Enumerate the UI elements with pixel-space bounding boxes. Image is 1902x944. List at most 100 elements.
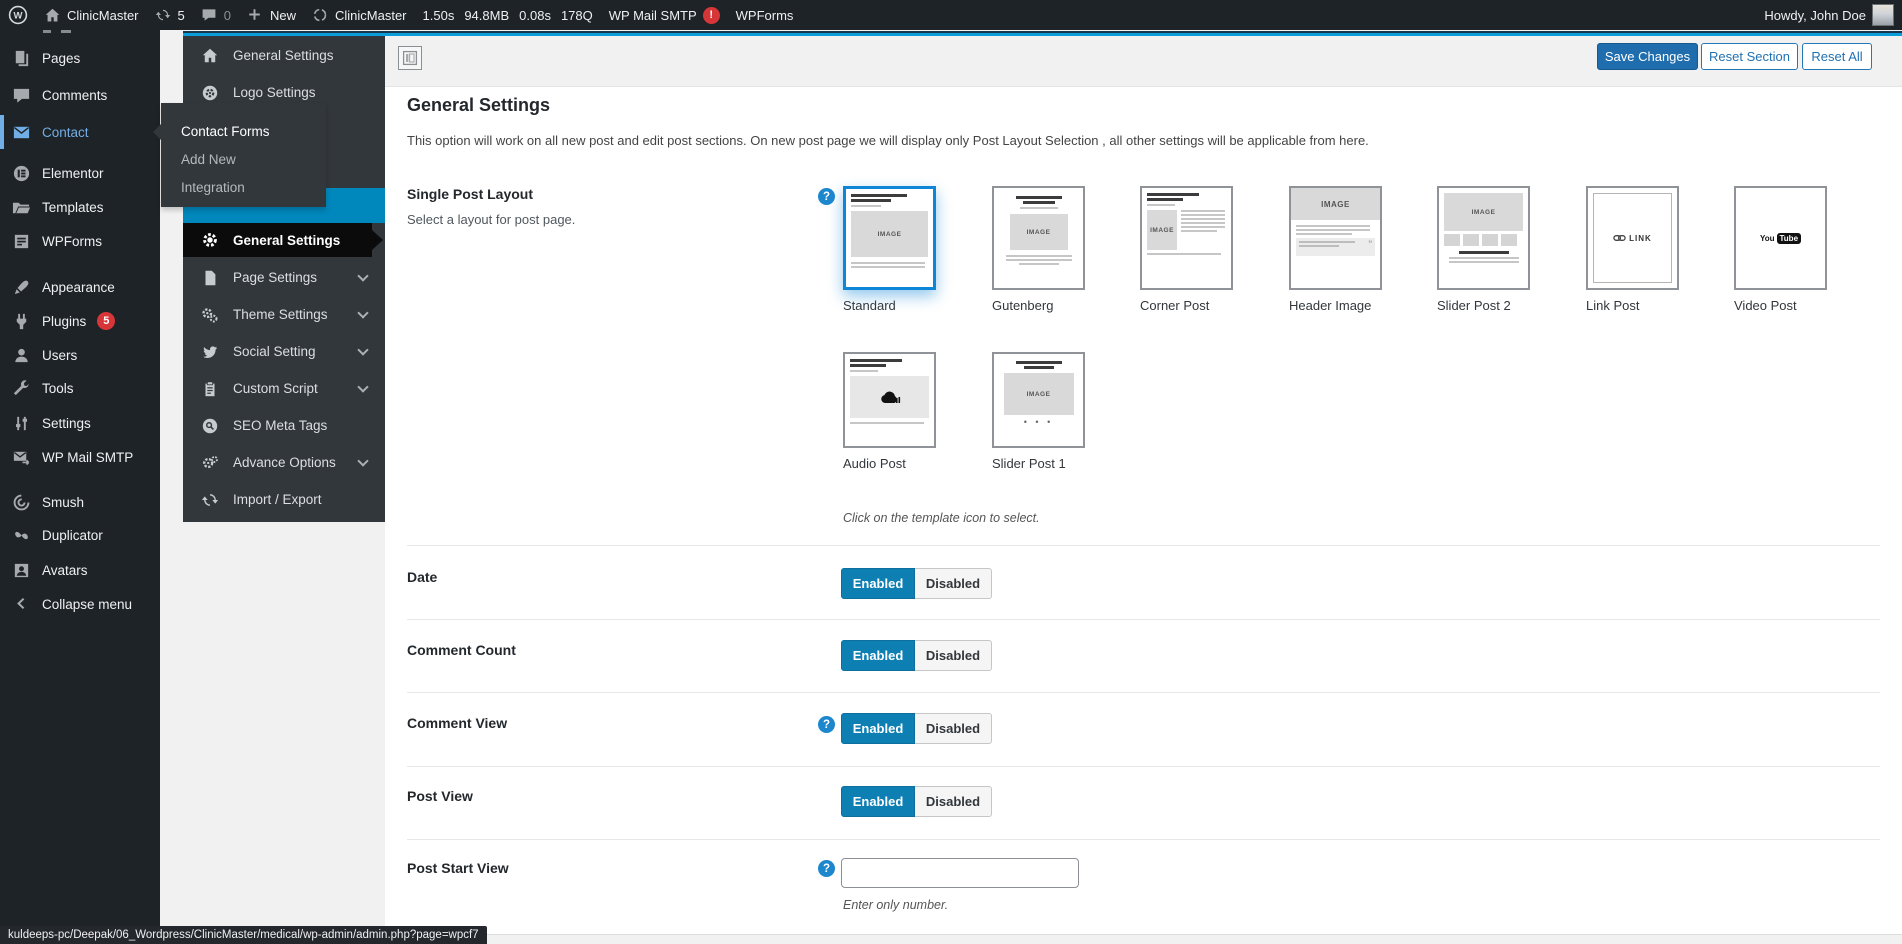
- sidebar-item-settings[interactable]: Settings: [0, 406, 160, 440]
- sidebar-item-contact[interactable]: Contact: [0, 115, 160, 149]
- gears-icon: [201, 454, 219, 472]
- enabled-button[interactable]: Enabled: [841, 786, 915, 817]
- layout-name: Audio Post: [843, 456, 936, 471]
- sidebar-item-templates[interactable]: Templates: [0, 190, 160, 224]
- layout-option-header-image[interactable]: IMAGE ” Header Image: [1289, 186, 1382, 313]
- disabled-button[interactable]: Disabled: [915, 640, 992, 671]
- comments-link[interactable]: 0: [193, 0, 239, 30]
- flyout-item-contact-forms[interactable]: Contact Forms: [161, 117, 326, 145]
- wp-mail-smtp-menu[interactable]: WP Mail SMTP !: [601, 0, 728, 30]
- panel-item-seo-meta-tags[interactable]: SEO Meta Tags: [183, 407, 385, 444]
- sidebar-item-label: Smush: [42, 495, 84, 510]
- sidebar-item-smush[interactable]: Smush: [0, 485, 160, 519]
- layout-option-video-post[interactable]: You Tube Video Post: [1734, 186, 1827, 313]
- sidebar-item-label: Templates: [42, 200, 104, 215]
- sidebar-item-collapse-menu[interactable]: Collapse menu: [0, 587, 160, 621]
- reset-all-button[interactable]: Reset All: [1802, 43, 1872, 70]
- panel-item-theme-settings[interactable]: Theme Settings: [183, 296, 385, 333]
- panel-item-custom-script[interactable]: Custom Script: [183, 370, 385, 407]
- warning-badge: !: [703, 7, 720, 24]
- setting-label-post-start-view: Post Start View: [407, 860, 509, 876]
- sidebar-item-label: Settings: [42, 416, 91, 431]
- comment-view-toggle: Enabled Disabled: [841, 713, 992, 744]
- site-home-link[interactable]: ClinicMaster: [36, 0, 147, 30]
- comment-count: 0: [224, 8, 231, 23]
- chevron-down-icon: [357, 455, 368, 466]
- sidebar-item-avatars[interactable]: Avatars: [0, 553, 160, 587]
- sidebar-item-label: Plugins: [42, 314, 86, 329]
- layout-option-audio-post[interactable]: Audio Post: [843, 352, 936, 471]
- panel-item-label: General Settings: [233, 48, 334, 63]
- layout-thumbnail[interactable]: IMAGE: [843, 186, 936, 290]
- enabled-button[interactable]: Enabled: [841, 568, 915, 599]
- layout-thumbnail[interactable]: You Tube: [1734, 186, 1827, 290]
- layout-option-corner-post[interactable]: IMAGE Corner Post: [1140, 186, 1233, 313]
- sidebar-item-comments[interactable]: Comments: [0, 78, 160, 112]
- disabled-button[interactable]: Disabled: [915, 786, 992, 817]
- panel-item-general-settings-active[interactable]: General Settings: [183, 223, 372, 257]
- sidebar-item-label: WP Mail SMTP: [42, 450, 133, 465]
- layout-option-slider-post-1[interactable]: IMAGE • • • Slider Post 1: [992, 352, 1085, 471]
- layout-option-standard[interactable]: IMAGE Standard: [843, 186, 936, 313]
- sidebar-item-wpforms[interactable]: WPForms: [0, 224, 160, 258]
- flyout-item-add-new[interactable]: Add New: [161, 145, 326, 173]
- layout-thumbnail[interactable]: LINK: [1586, 186, 1679, 290]
- post-start-view-input[interactable]: [841, 858, 1079, 888]
- sidebar-item-pages[interactable]: Pages: [0, 41, 160, 75]
- panel-item-import-export[interactable]: Import / Export: [183, 481, 385, 518]
- layout-option-slider-post-2[interactable]: IMAGE Slider Post 2: [1437, 186, 1530, 313]
- layout-thumbnail[interactable]: IMAGE: [1437, 186, 1530, 290]
- sidebar-item-duplicator[interactable]: Duplicator: [0, 518, 160, 552]
- disabled-button[interactable]: Disabled: [915, 568, 992, 599]
- layout-option-link-post[interactable]: LINK Link Post: [1586, 186, 1679, 313]
- admin-sidebar: Pages Comments Contact Elementor Templat…: [0, 30, 160, 944]
- row-divider: [407, 766, 1880, 767]
- panel-item-advance-options[interactable]: Advance Options: [183, 444, 385, 481]
- panel-item-social-setting[interactable]: Social Setting: [183, 333, 385, 370]
- perf-time: 1.50s: [423, 8, 455, 23]
- new-content-menu[interactable]: New: [239, 0, 304, 30]
- sliders-icon: [12, 414, 31, 433]
- panel-item-label: Logo Settings: [233, 85, 316, 100]
- wpforms-menu[interactable]: WPForms: [728, 0, 802, 30]
- flyout-item-label: Add New: [181, 152, 236, 167]
- layout-name: Link Post: [1586, 298, 1679, 313]
- howdy-account-menu[interactable]: Howdy, John Doe: [1756, 0, 1902, 30]
- setting-label-comment-count: Comment Count: [407, 642, 516, 658]
- updates-link[interactable]: 5: [147, 0, 193, 30]
- layout-thumbnail[interactable]: IMAGE: [1140, 186, 1233, 290]
- chevron-down-icon: [357, 344, 368, 355]
- panel-item-general-settings-top[interactable]: General Settings: [183, 37, 385, 74]
- help-icon[interactable]: ?: [818, 860, 835, 877]
- layout-thumbnail[interactable]: [843, 352, 936, 448]
- flyout-item-integration[interactable]: Integration: [161, 173, 326, 201]
- reset-section-button[interactable]: Reset Section: [1701, 43, 1798, 70]
- link-block: LINK: [1593, 193, 1672, 283]
- setting-label-comment-view: Comment View: [407, 715, 507, 731]
- enabled-button[interactable]: Enabled: [841, 713, 915, 744]
- help-icon[interactable]: ?: [818, 716, 835, 733]
- panel-item-page-settings[interactable]: Page Settings: [183, 259, 385, 296]
- chevron-down-icon: [357, 307, 368, 318]
- disabled-button[interactable]: Disabled: [915, 713, 992, 744]
- wp-mail-smtp-label: WP Mail SMTP: [609, 8, 697, 23]
- sidebar-item-appearance[interactable]: Appearance: [0, 270, 160, 304]
- help-icon[interactable]: ?: [818, 188, 835, 205]
- enabled-button[interactable]: Enabled: [841, 640, 915, 671]
- wordpress-menu[interactable]: W: [0, 0, 36, 30]
- sidebar-item-tools[interactable]: Tools: [0, 371, 160, 405]
- sidebar-item-label: Pages: [42, 51, 80, 66]
- layout-thumbnail[interactable]: IMAGE • • •: [992, 352, 1085, 448]
- layout-thumbnail[interactable]: IMAGE ”: [1289, 186, 1382, 290]
- theme-menu[interactable]: ClinicMaster: [304, 0, 415, 30]
- setting-label-date: Date: [407, 569, 437, 585]
- site-name: ClinicMaster: [67, 8, 139, 23]
- layout-thumbnail[interactable]: IMAGE: [992, 186, 1085, 290]
- layout-option-gutenberg[interactable]: IMAGE Gutenberg: [992, 186, 1085, 313]
- sidebar-item-users[interactable]: Users: [0, 338, 160, 372]
- wpforms-label: WPForms: [736, 8, 794, 23]
- sidebar-item-wp-mail-smtp[interactable]: WP Mail SMTP: [0, 440, 160, 474]
- save-changes-button[interactable]: Save Changes: [1597, 43, 1698, 70]
- sidebar-item-elementor[interactable]: Elementor: [0, 156, 160, 190]
- sidebar-item-plugins[interactable]: Plugins 5: [0, 304, 160, 338]
